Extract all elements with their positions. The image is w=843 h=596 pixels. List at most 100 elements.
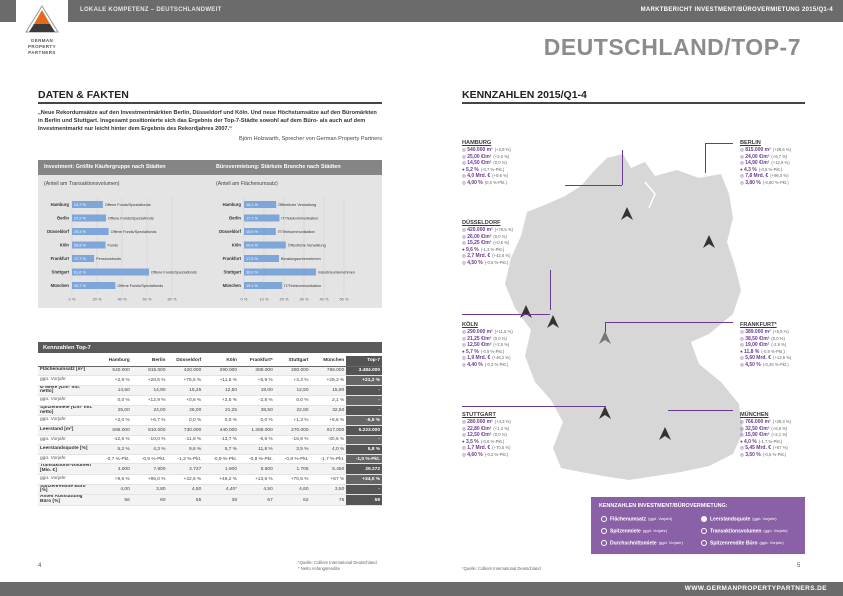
value-label: 19,1 % xyxy=(246,284,258,288)
table-cell: -16,9 % xyxy=(274,435,311,446)
city-kpi-row: ◎ 1,9 Mrd. € (+46,2 %) xyxy=(462,355,552,362)
kpi-change: (-0,8 %-Pkt.) xyxy=(480,438,505,444)
table-cell: 4,50 xyxy=(239,484,275,496)
city-kpi-row: ● 9,6 % (-1,3 %-Pkt.) xyxy=(462,247,552,254)
city-kpi-row: ◎ 21,25 €/m² (0,0 %) xyxy=(462,336,552,343)
table-cell: 1.900 xyxy=(203,463,239,476)
chart-office-svg: 0 % 10 % 20 % 30 % 40 % 50 % Hamburg 16,1 % Öffe… xyxy=(219,198,355,302)
table-cell: 4,40* xyxy=(203,484,239,496)
legend-icon xyxy=(601,516,607,522)
table-header-row: Hamburg Berlin Düsseldorf Köln Frankfurt* Stu… xyxy=(38,356,382,367)
table-cell: -2,8 % xyxy=(239,395,275,406)
table-cell: 3,5 % xyxy=(274,444,311,455)
kpi-change: (0,0 %-Pkt.) xyxy=(484,179,507,185)
table-cell: -13,7 % xyxy=(203,435,239,446)
table-body: Flächenumsatz [m²] 540.000 815.000 420.000 2… xyxy=(38,366,382,506)
table-cell: 7.800 xyxy=(131,463,168,476)
value-label: 36,0 % xyxy=(246,271,258,275)
chart-investment-subtitle: (Anteil am Transaktionsvolumen) xyxy=(44,181,120,187)
logo-mark-icon xyxy=(25,5,59,33)
table-cell: +42,6 % xyxy=(167,474,204,485)
table-cell: 5,8 % xyxy=(346,444,382,455)
source-note-right: *Quelle: Colliers International Deutschl… xyxy=(462,566,541,571)
marker-duesseldorf xyxy=(520,305,532,318)
kennzahlen-table: Kennzahlen Top-7 Hamburg Berlin Düsseldorf… xyxy=(38,342,382,506)
page-title: DEUTSCHLAND/TOP-7 xyxy=(543,34,801,60)
table-cell: - xyxy=(346,435,382,446)
kpi-change: (+13,6 %) xyxy=(773,355,792,361)
table-row: ggü. Vorjahr +2,9 % +28,6 % +76,5 % +11,5 % +… xyxy=(38,375,382,386)
value-label: 61,6 % xyxy=(74,271,86,275)
table-cell: 4,50 xyxy=(167,484,204,496)
value-label: 17,5 % xyxy=(246,257,258,261)
kpi-change: (+2,9 %) xyxy=(494,147,511,152)
table-cell: 24,00 xyxy=(131,405,168,417)
kpi-value: 15,90 €/m² xyxy=(745,432,770,439)
kpi-value: 4,3 % xyxy=(743,166,757,173)
kpi-value: 4,50 % xyxy=(745,361,761,368)
column-header: Stuttgart xyxy=(274,356,311,367)
kpi-change: (-0,80 %-Pkt.) xyxy=(762,179,789,185)
city-kpi-row: ◎ 290.000 m² (+11,5 %) xyxy=(462,329,552,336)
kpi-change: (0,0 %) xyxy=(493,160,507,166)
chart-investment: Investment: Größte Käufergruppe nach Stä… xyxy=(38,160,210,308)
header-left-text: LOKALE KOMPETENZ – DEUTSCHLANDWEIT xyxy=(80,7,222,13)
table-notes: *Quelle: Colliers International Deutschl… xyxy=(298,560,382,573)
city-kpi-row: ◎ 14,90 €/m² (+12,9 %) xyxy=(740,160,830,167)
city-name: BERLIN xyxy=(740,140,761,146)
city-kpi-row: ◎ 3,80 % (-0,80 %-Pkt.) xyxy=(740,180,830,187)
city-name: STUTTGART xyxy=(462,412,496,418)
footer-url[interactable]: WWW.GERMANPROPERTYPARTNERS.DE xyxy=(685,585,827,592)
kpi-value: 420.000 m² xyxy=(467,227,493,233)
marker-berlin xyxy=(703,235,715,248)
table-cell: -6,6 % xyxy=(239,435,275,446)
table-cell: +13,6 % xyxy=(239,474,275,485)
table-cell: 5,7 % xyxy=(203,444,239,455)
table-cell: 67 xyxy=(239,494,275,506)
kpi-value: 9,6 % xyxy=(465,246,479,253)
kpi-change: (-1,3 %-Pkt.) xyxy=(480,246,505,252)
table-cell: +9,6 % xyxy=(96,474,132,485)
city-kpi-row: ◎ 15,90 €/m² (+2,1 %) xyxy=(740,432,830,439)
table-cell: 0,0 % xyxy=(203,415,239,427)
table-cell: 5.223.000 xyxy=(346,425,382,436)
table-cell: Leerstand [m²] xyxy=(38,425,96,436)
table-cell: - xyxy=(346,385,382,397)
table-cell: 14,50 xyxy=(96,385,132,397)
city-kpi-row: ◎ 5,45 Mrd. € (+67 %) xyxy=(740,445,830,452)
city-kpi-row: ◎ 25,00 €/m² (+2,0 %) xyxy=(462,154,552,161)
logo-text-3: PARTNERS xyxy=(28,50,56,55)
city-kpi-row: ◎ 38,50 €/m² (0,0 %) xyxy=(740,336,830,343)
kpi-change: (+12,9 %) xyxy=(771,160,790,166)
kpi-value: 5,60 Mrd. € xyxy=(745,355,772,362)
table-cell: -30,6 % xyxy=(310,435,347,446)
table-cell: 29.272 xyxy=(346,463,382,476)
city-kpi-row: ◎ 420.000 m² (+76,5 %) xyxy=(462,227,552,234)
city-kpi-row: ◎ 12,50 €/m² (0,0 %) xyxy=(462,432,552,439)
tick-label: 20 % xyxy=(279,297,289,302)
legend-item: Spitzenmiete (ggü. Vorjahr) xyxy=(601,528,667,534)
table-cell: 1.358.000 xyxy=(239,425,275,436)
table-cell: 25,00 xyxy=(96,405,132,417)
leader-duesseldorf-v xyxy=(550,270,551,310)
kpi-change: (-0,3 %-Pkt.) xyxy=(484,361,509,367)
category-label: Berlin xyxy=(229,216,241,221)
company-logo[interactable]: GERMAN PROPERTY PARTNERS xyxy=(16,0,68,68)
table-cell: -0,9 %-Pkt. xyxy=(203,454,239,465)
city-kpi-row: ◎ 5,60 Mrd. € (+13,6 %) xyxy=(740,355,830,362)
category-label: München xyxy=(223,283,242,288)
table-cell: +1,3 % xyxy=(274,415,311,427)
leader-koeln-h xyxy=(462,314,550,315)
table-cell: 3,80 xyxy=(131,484,168,496)
section-rule-right xyxy=(462,102,805,104)
legend-item: Transaktionsvolumen (ggü. Vorjahr) xyxy=(701,528,788,534)
category-label: Köln xyxy=(60,243,70,248)
section-rule-left xyxy=(38,102,382,104)
leader-stuttgart-h xyxy=(462,406,606,407)
bar-annotation: Offene Fonds/Spezialfonds xyxy=(151,271,197,275)
table-cell: 290.000 xyxy=(203,366,239,377)
table-row: ggü. Vorjahr +9,6 % +96,0 % +42,6 % +46,2 % +… xyxy=(38,474,382,485)
category-label: Düsseldorf xyxy=(47,229,69,234)
table-cell: 58 xyxy=(346,494,382,506)
kpi-change: (0,0 %) xyxy=(493,432,507,438)
